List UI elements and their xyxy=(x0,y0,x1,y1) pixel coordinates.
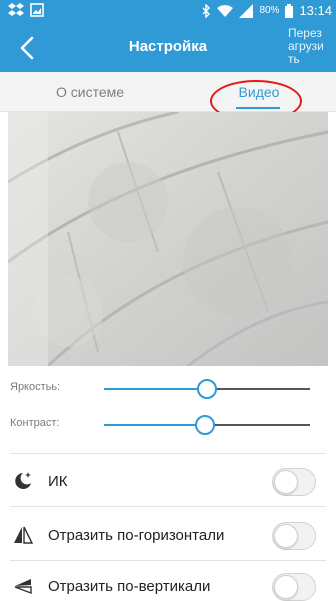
battery-percent: 80% xyxy=(259,5,280,16)
page-title: Настройка xyxy=(128,38,208,55)
settings-screen: 80% 13:14 Настройка Перез агрузи ть О си… xyxy=(0,0,336,601)
action-bar: Настройка Перез агрузи ть xyxy=(0,24,336,72)
brightness-slider[interactable] xyxy=(104,379,310,399)
brightness-label: Яркостьь: xyxy=(10,381,61,393)
signal-icon xyxy=(239,3,254,18)
flip-horizontal-icon xyxy=(14,526,34,544)
divider xyxy=(10,453,326,454)
dropbox-icon xyxy=(8,3,24,16)
video-frame-image xyxy=(8,112,328,366)
toggle-row-flip-horizontal: Отразить по-горизонтали xyxy=(0,512,336,560)
contrast-fill xyxy=(104,424,205,426)
toggle-knob xyxy=(274,575,298,599)
contrast-slider[interactable] xyxy=(104,415,310,435)
status-bar: 80% 13:14 xyxy=(0,0,336,24)
toggle-knob xyxy=(274,470,298,494)
ir-toggle[interactable] xyxy=(272,468,316,496)
tab-system[interactable]: О системе xyxy=(40,72,140,112)
toggle-knob xyxy=(274,524,298,548)
reload-button[interactable]: Перез агрузи ть xyxy=(288,27,336,66)
flip-horizontal-label: Отразить по-горизонтали xyxy=(48,527,225,544)
divider xyxy=(10,560,326,561)
image-notification-icon xyxy=(30,3,44,17)
flip-vertical-label: Отразить по-вертикали xyxy=(48,578,211,595)
moon-star-icon xyxy=(15,472,31,489)
video-preview xyxy=(8,112,328,366)
ir-label: ИК xyxy=(48,473,68,490)
contrast-label: Контраст: xyxy=(10,417,60,429)
flip-vertical-icon xyxy=(14,579,32,595)
clock: 13:14 xyxy=(299,3,332,18)
brightness-thumb[interactable] xyxy=(197,379,217,399)
bluetooth-icon xyxy=(202,3,211,18)
battery-icon xyxy=(285,3,294,18)
brightness-fill xyxy=(104,388,207,390)
contrast-row: Контраст: xyxy=(0,410,336,440)
toggle-row-ir: ИК xyxy=(0,458,336,506)
reload-label: Перез агрузи ть xyxy=(288,26,324,66)
divider xyxy=(10,506,326,507)
contrast-thumb[interactable] xyxy=(194,415,215,435)
wifi-icon xyxy=(217,4,234,17)
flip-vertical-toggle[interactable] xyxy=(272,573,316,601)
brightness-row: Яркостьь: xyxy=(0,374,336,404)
toggle-row-flip-vertical: Отразить по-вертикали xyxy=(0,563,336,601)
flip-horizontal-toggle[interactable] xyxy=(272,522,316,550)
